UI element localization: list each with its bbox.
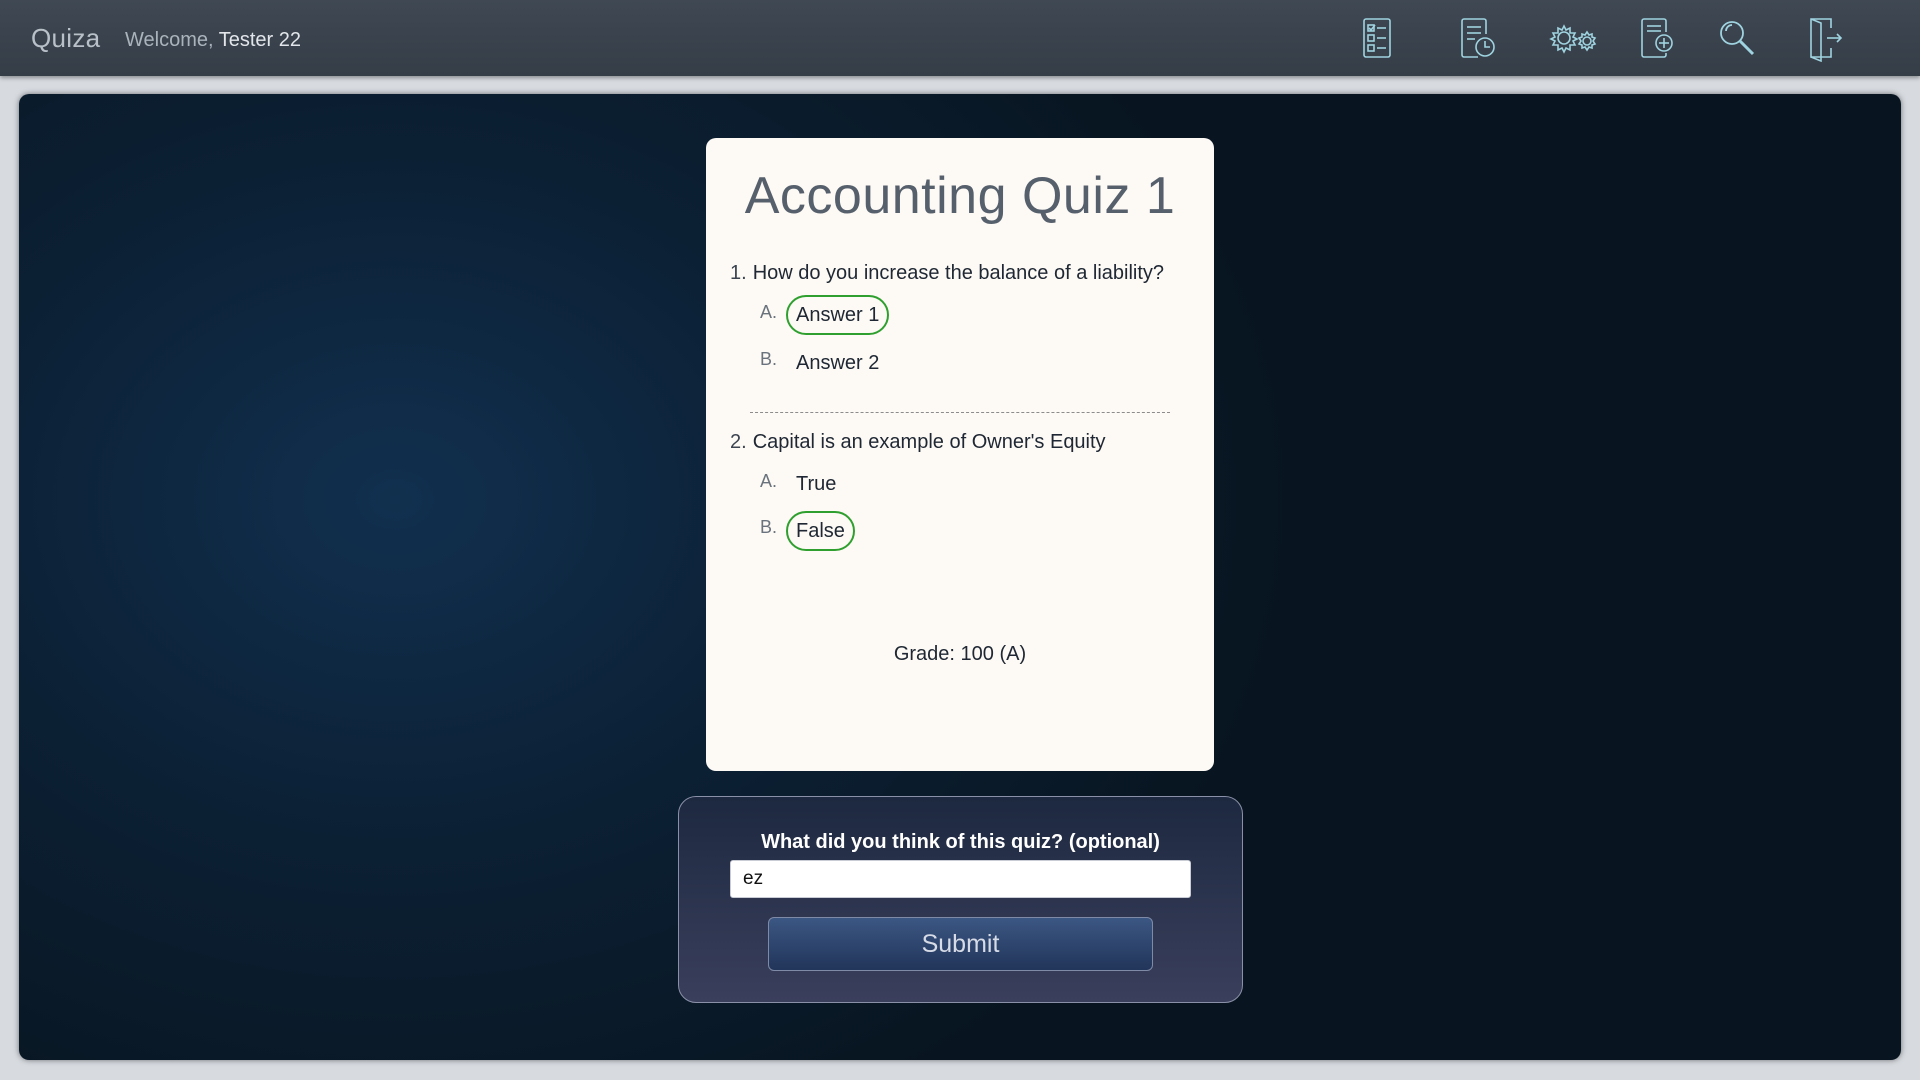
quiz-history-icon[interactable] <box>1452 14 1500 62</box>
quiz-title: Accounting Quiz 1 <box>744 167 1176 225</box>
quiz-list-icon[interactable] <box>1352 14 1400 62</box>
question-text: Capital is an example of Owner's Equity <box>752 431 1106 453</box>
settings-icon[interactable] <box>1543 14 1603 62</box>
question-text: How do you increase the balance of a lia… <box>752 262 1165 284</box>
option-q2-a[interactable]: True <box>786 464 846 504</box>
submit-button[interactable]: Submit <box>768 917 1153 971</box>
question-2: 2. Capital is an example of Owner's Equit… <box>730 431 1106 454</box>
top-nav-bar: Quiza Welcome, Tester 22 <box>0 0 1920 76</box>
feedback-panel: What did you think of this quiz? (option… <box>678 796 1243 1003</box>
feedback-input[interactable] <box>730 860 1191 898</box>
question-divider <box>750 412 1170 413</box>
question-number: 1. <box>730 262 747 284</box>
option-q1-a[interactable]: Answer 1 <box>786 295 890 335</box>
search-icon[interactable] <box>1713 14 1761 62</box>
feedback-label: What did you think of this quiz? (option… <box>761 831 1160 853</box>
option-letter: B. <box>760 517 778 537</box>
question-number: 2. <box>730 431 747 453</box>
user-name: Tester 22 <box>218 29 302 51</box>
grade-result: Grade: 100 (A) <box>893 643 1027 665</box>
option-letter: A. <box>760 471 778 491</box>
quiz-card: Accounting Quiz 1 1. How do you increase … <box>706 138 1214 771</box>
option-letter: A. <box>760 302 778 322</box>
question-1: 1. How do you increase the balance of a l… <box>730 262 1164 285</box>
add-quiz-icon[interactable] <box>1632 14 1680 62</box>
logout-icon[interactable] <box>1801 14 1849 62</box>
option-q1-b[interactable]: Answer 2 <box>786 343 889 383</box>
option-letter: B. <box>760 349 778 369</box>
app-logo[interactable]: Quiza <box>31 23 100 54</box>
welcome-message: Welcome, Tester 22 <box>125 29 301 52</box>
option-q2-b[interactable]: False <box>786 511 855 551</box>
welcome-prefix: Welcome, <box>125 29 214 51</box>
